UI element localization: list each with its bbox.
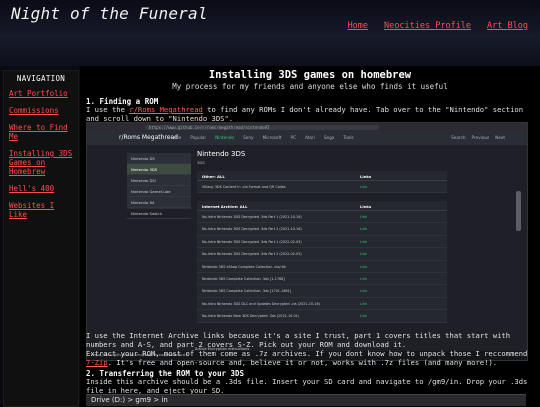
table-cell-link: Link	[360, 289, 367, 294]
megathread-table-internet-archive: Internet Archive: ALL Links No-Intro Nin…	[197, 201, 447, 323]
megathread-nav-links: Home Popular Nintendo Sony Microsoft PC …	[169, 135, 354, 140]
nav-link-art-blog[interactable]: Art Blog	[487, 21, 528, 31]
table-header-name: Other: ALL	[202, 173, 225, 179]
megathread-navbar: r/Roms Megathread Home Popular Nintendo …	[87, 131, 527, 145]
table-cell-name: No-Intro Nintendo 3DS DLC and Updates De…	[202, 301, 321, 306]
megathread-side-item: Nintendo DS	[127, 153, 191, 164]
megathread-site: r/Roms Megathread Home Popular Nintendo …	[87, 131, 527, 360]
step2-para: Inside this archive should be a .3ds fil…	[86, 377, 528, 395]
page-title: Installing 3DS games on homebrew	[208, 69, 412, 81]
table-header-name: Internet Archive: ALL	[202, 203, 248, 209]
table-header-links: Links	[360, 203, 372, 209]
megathread-nav-home: Home	[169, 135, 182, 140]
megathread-content-sub: 3DS	[197, 160, 205, 165]
table-header: Internet Archive: ALL Links	[197, 201, 447, 211]
megathread-content-title: Nintendo 3DS	[197, 150, 246, 158]
table-row: No-Intro Nintendo 3DS Decrypted .3ds Par…	[197, 248, 447, 261]
megathread-side-item: Nintendo DSi	[127, 175, 191, 186]
table-row: Nintendo 3DS Complete Collection .3ds [1…	[197, 273, 447, 286]
sidebar-item-hells-400[interactable]: Hell's 400	[9, 184, 54, 193]
step1-para2-post: . It's free and open-source and, believe…	[107, 358, 498, 367]
table-cell-name: No-Intro Nintendo 3DS Decrypted .3ds Par…	[202, 215, 302, 219]
sidebar-item-installing-3ds-games[interactable]: Installing 3DS Games on Homebrew	[9, 149, 72, 176]
table-row: No-Intro Nintendo 3DS DLC and Updates De…	[197, 298, 447, 311]
table-cell-link: Link	[360, 276, 367, 281]
megathread-nav-tools: Tools	[343, 135, 354, 140]
file-explorer-screenshot: Drive (D:) > gm9 > in	[86, 394, 526, 406]
table-cell-name: Nintendo 3DS eShop Complete Collection .…	[202, 264, 286, 269]
megathread-nav-microsoft: Microsoft	[262, 135, 282, 140]
table-cell-link: Link	[360, 185, 367, 189]
table-row: Nintendo 3DS Complete Collection .3ds [1…	[197, 285, 447, 298]
step1-intro-pre: I use the	[86, 105, 130, 114]
table-row: Nintendo 3DS eShop Complete Collection .…	[197, 261, 447, 273]
table-row: No-Intro Nintendo 3DS Decrypted .3ds Par…	[197, 211, 447, 224]
sidebar-item-where-to-find-me[interactable]: Where to Find Me	[9, 123, 68, 141]
sidebar-item-art-portfolio[interactable]: Art Portfolio	[9, 89, 68, 98]
file-explorer-path: Drive (D:) > gm9 > in	[91, 396, 168, 404]
megathread-nav-right: Search Previous Next	[451, 135, 505, 140]
top-nav: Home Neocities Profile Art Blog	[348, 21, 528, 31]
table-cell-name: No-Intro Nintendo 3DS Decrypted .3ds Par…	[202, 239, 302, 244]
megathread-previous: Previous	[471, 135, 490, 140]
megathread-side-item: Nintendo Switch	[127, 208, 191, 219]
table-header-links: Links	[360, 173, 372, 179]
sidebar-item-websites-i-like[interactable]: Websites I Like	[9, 201, 54, 219]
step1-para2: Extract your ROM, most of them come as .…	[86, 349, 536, 367]
browser-bar: https://www.github.io/r/roms/megathread/…	[87, 123, 527, 131]
table-cell-link: Link	[360, 239, 367, 244]
browser-url: https://www.github.io/r/roms/megathread/…	[145, 124, 379, 130]
table-cell-name: Nintendo 3DS Complete Collection .3ds [1…	[202, 289, 292, 294]
table-row: No-Intro Nintendo 3DS Decrypted .3ds Par…	[197, 236, 447, 249]
table-cell-link: Link	[360, 227, 367, 232]
megathread-side-menu: Nintendo DS Nintendo 3DS Nintendo DSi Ni…	[127, 153, 191, 219]
table-row: Villarg: 3DS Content in .cia Format and …	[197, 181, 447, 194]
table-row: No-Intro Nintendo New 3DS Decrypted .3ds…	[197, 310, 447, 323]
main-content: Installing 3DS games on homebrew My proc…	[80, 66, 540, 406]
megathread-nav-sony: Sony	[243, 135, 254, 140]
table-cell-link: Link	[360, 301, 367, 306]
megathread-side-item: Nintendo GameCube	[127, 186, 191, 197]
step1-para1: I use the Internet Archive links because…	[86, 331, 511, 349]
nav-link-neocities-profile[interactable]: Neocities Profile	[384, 21, 471, 31]
megathread-side-item: Nintendo 3DS	[127, 164, 191, 175]
megathread-nav-atari: Atari	[305, 135, 315, 140]
megathread-next: Next	[495, 135, 505, 140]
table-cell-link: Link	[360, 264, 367, 269]
sidebar-heading: NAVIGATION	[16, 74, 66, 83]
megathread-link[interactable]: r/Roms Megathread	[129, 105, 203, 114]
megathread-nav-popular: Popular	[190, 135, 207, 140]
table-cell-name: No-Intro Nintendo 3DS Decrypted .3ds Par…	[202, 227, 302, 232]
sidebar-item-commissions[interactable]: Commissions	[9, 106, 59, 115]
sidebar: NAVIGATION Art Portfolio Commissions Whe…	[0, 66, 80, 407]
table-cell-link: Link	[360, 215, 367, 219]
megathread-scrollbar	[516, 191, 521, 231]
megathread-screenshot: https://www.github.io/r/roms/megathread/…	[86, 122, 528, 361]
table-header: Other: ALL Links	[197, 171, 447, 181]
table-cell-link: Link	[360, 252, 367, 257]
step1-para2-pre: Extract your ROM, most of them come as .…	[86, 349, 528, 358]
table-cell-name: Nintendo 3DS Complete Collection .3ds [1…	[202, 276, 285, 281]
site-title: Night of the Funeral	[11, 4, 208, 23]
table-cell-name: Villarg: 3DS Content in .cia Format and …	[202, 185, 286, 189]
megathread-nav-sega: Sega	[323, 135, 335, 140]
nav-link-home[interactable]: Home	[348, 21, 368, 31]
sidebar-list: Art Portfolio Commissions Where to Find …	[4, 89, 78, 219]
page-subtitle: My process for my friends and anyone els…	[172, 82, 448, 91]
table-cell-name: No-Intro Nintendo New 3DS Decrypted .3ds…	[202, 314, 300, 319]
megathread-nav-pc: PC	[290, 135, 296, 140]
site-header: Night of the Funeral Home Neocities Prof…	[0, 0, 540, 66]
table-cell-name: No-Intro Nintendo 3DS Decrypted .3ds Par…	[202, 252, 302, 257]
table-cell-link: Link	[360, 314, 367, 319]
megathread-search: Search	[451, 135, 466, 140]
table-row: No-Intro Nintendo 3DS Decrypted .3ds Par…	[197, 223, 447, 236]
sidebar-panel: NAVIGATION Art Portfolio Commissions Whe…	[3, 70, 79, 407]
step1-intro: I use the r/Roms Megathread to find any …	[86, 105, 536, 123]
megathread-table-other: Other: ALL Links Villarg: 3DS Content in…	[197, 171, 447, 194]
megathread-side-item: Nintendo 64	[127, 197, 191, 208]
megathread-nav-nintendo: Nintendo	[215, 135, 235, 140]
7zip-link[interactable]: 7-Zip	[86, 358, 108, 367]
